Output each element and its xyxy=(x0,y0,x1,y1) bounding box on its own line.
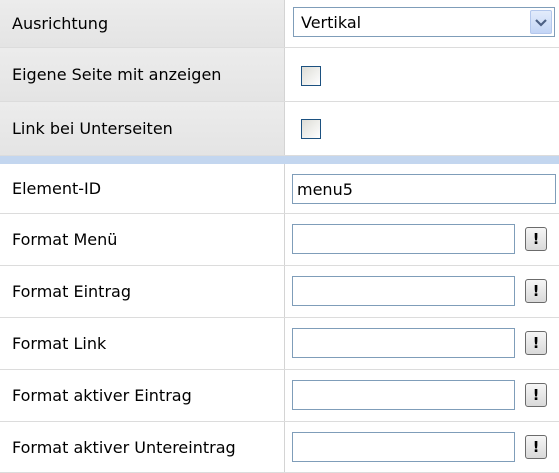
row-format-eintrag: Format Eintrag ! xyxy=(0,266,559,318)
exclamation-icon[interactable]: ! xyxy=(525,331,547,355)
element-id-cell xyxy=(285,164,559,213)
row-format-aktiver-eintrag: Format aktiver Eintrag ! xyxy=(0,370,559,422)
row-ausrichtung: Ausrichtung Vertikal xyxy=(0,0,559,48)
format-aktiver-untereintrag-input[interactable] xyxy=(292,432,515,462)
ausrichtung-cell: Vertikal xyxy=(285,0,559,47)
format-aktiver-untereintrag-label: Format aktiver Untereintrag xyxy=(0,422,285,472)
format-aktiver-untereintrag-cell: ! xyxy=(285,422,559,472)
chevron-down-icon[interactable] xyxy=(530,10,552,34)
link-unterseiten-checkbox[interactable] xyxy=(301,119,321,139)
row-eigene-seite: Eigene Seite mit anzeigen xyxy=(0,48,559,102)
section-separator xyxy=(0,156,559,164)
exclamation-icon[interactable]: ! xyxy=(525,383,547,407)
row-format-aktiver-untereintrag: Format aktiver Untereintrag ! xyxy=(0,422,559,473)
link-unterseiten-label: Link bei Unterseiten xyxy=(0,102,285,155)
row-link-unterseiten: Link bei Unterseiten xyxy=(0,102,559,156)
format-link-cell: ! xyxy=(285,318,559,369)
ausrichtung-select[interactable]: Vertikal xyxy=(293,7,555,37)
format-link-input[interactable] xyxy=(292,328,515,358)
exclamation-icon[interactable]: ! xyxy=(525,227,547,251)
ausrichtung-label: Ausrichtung xyxy=(0,0,285,47)
exclamation-icon[interactable]: ! xyxy=(525,279,547,303)
eigene-seite-checkbox[interactable] xyxy=(301,66,321,86)
row-format-menu: Format Menü ! xyxy=(0,214,559,266)
format-eintrag-input[interactable] xyxy=(292,276,515,306)
format-menu-label: Format Menü xyxy=(0,214,285,265)
format-aktiver-eintrag-input[interactable] xyxy=(292,380,515,410)
format-aktiver-eintrag-cell: ! xyxy=(285,370,559,421)
ausrichtung-selected-value: Vertikal xyxy=(301,12,362,32)
format-eintrag-label: Format Eintrag xyxy=(0,266,285,317)
element-id-input[interactable] xyxy=(292,174,556,204)
eigene-seite-cell xyxy=(285,48,559,101)
format-menu-cell: ! xyxy=(285,214,559,265)
format-aktiver-eintrag-label: Format aktiver Eintrag xyxy=(0,370,285,421)
exclamation-icon[interactable]: ! xyxy=(525,435,547,459)
format-menu-input[interactable] xyxy=(292,224,515,254)
element-id-label: Element-ID xyxy=(0,164,285,213)
format-eintrag-cell: ! xyxy=(285,266,559,317)
settings-panel: Ausrichtung Vertikal Eigene Seite mit an… xyxy=(0,0,559,473)
eigene-seite-label: Eigene Seite mit anzeigen xyxy=(0,48,285,101)
format-link-label: Format Link xyxy=(0,318,285,369)
row-format-link: Format Link ! xyxy=(0,318,559,370)
row-element-id: Element-ID xyxy=(0,164,559,214)
link-unterseiten-cell xyxy=(285,102,559,155)
